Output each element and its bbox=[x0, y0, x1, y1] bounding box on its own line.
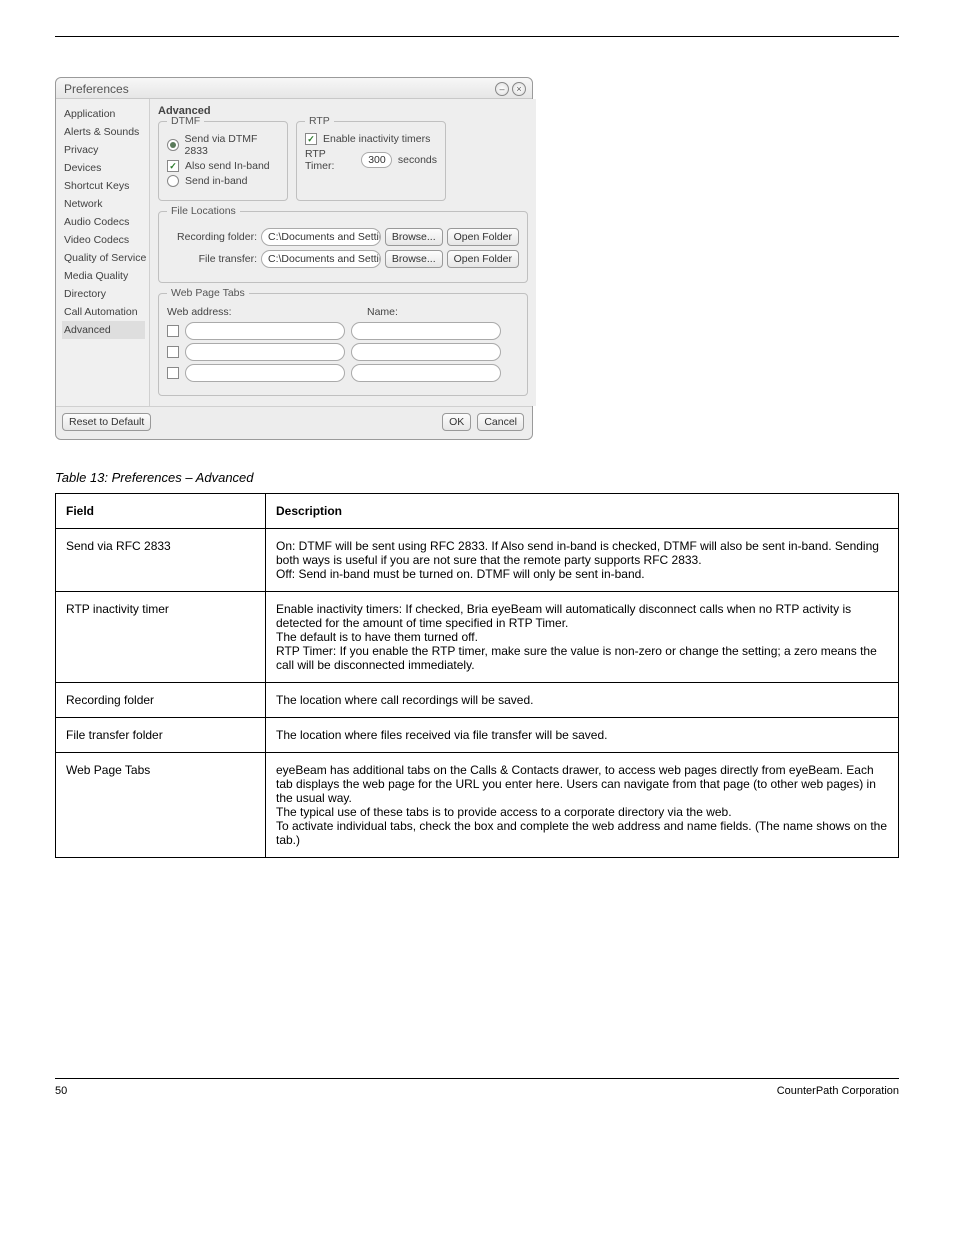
sidebar-item-devices[interactable]: Devices bbox=[62, 159, 145, 177]
recording-browse-button[interactable]: Browse... bbox=[385, 228, 443, 246]
ok-button[interactable]: OK bbox=[442, 413, 471, 431]
sidebar-item-network[interactable]: Network bbox=[62, 195, 145, 213]
sidebar-item-call-automation[interactable]: Call Automation bbox=[62, 303, 145, 321]
rtp-timer-label: RTP Timer: bbox=[305, 148, 355, 172]
page-number: 50 bbox=[55, 1085, 67, 1097]
rtp-group: RTP Enable inactivity timers RTP Timer: … bbox=[296, 121, 446, 201]
table-row: RTP inactivity timerEnable inactivity ti… bbox=[56, 592, 899, 683]
transfer-browse-button[interactable]: Browse... bbox=[385, 250, 443, 268]
dtmf-2833-radio[interactable] bbox=[167, 139, 179, 151]
table-row: Recording folderThe location where call … bbox=[56, 683, 899, 718]
close-icon[interactable]: × bbox=[512, 82, 526, 96]
webtab2-name-input[interactable] bbox=[351, 343, 501, 361]
preferences-dialog: Preferences – × ApplicationAlerts & Soun… bbox=[55, 77, 533, 440]
minimize-icon[interactable]: – bbox=[495, 82, 509, 96]
table-caption: Table 13: Preferences – Advanced bbox=[55, 470, 899, 485]
field-cell: RTP inactivity timer bbox=[56, 592, 266, 683]
field-cell: File transfer folder bbox=[56, 718, 266, 753]
sidebar-item-shortcut-keys[interactable]: Shortcut Keys bbox=[62, 177, 145, 195]
enable-inactivity-check[interactable] bbox=[305, 133, 317, 145]
sidebar-item-media-quality[interactable]: Media Quality bbox=[62, 267, 145, 285]
also-inband-label: Also send In-band bbox=[185, 160, 270, 172]
sidebar-item-video-codecs[interactable]: Video Codecs bbox=[62, 231, 145, 249]
webname-header: Name: bbox=[367, 306, 398, 318]
sidebar-item-alerts-sounds[interactable]: Alerts & Sounds bbox=[62, 123, 145, 141]
window-title: Preferences bbox=[64, 82, 129, 96]
recording-open-button[interactable]: Open Folder bbox=[447, 228, 519, 246]
rtp-timer-unit: seconds bbox=[398, 154, 437, 166]
transfer-label: File transfer: bbox=[167, 253, 257, 265]
field-cell: Recording folder bbox=[56, 683, 266, 718]
desc-cell: eyeBeam has additional tabs on the Calls… bbox=[266, 753, 899, 858]
top-rule bbox=[55, 36, 899, 37]
th-desc: Description bbox=[266, 494, 899, 529]
sidebar-item-directory[interactable]: Directory bbox=[62, 285, 145, 303]
footer-text: CounterPath Corporation bbox=[777, 1085, 899, 1097]
table-row: Web Page TabseyeBeam has additional tabs… bbox=[56, 753, 899, 858]
th-field: Field bbox=[56, 494, 266, 529]
dtmf-legend: DTMF bbox=[167, 115, 204, 127]
table-row: File transfer folderThe location where f… bbox=[56, 718, 899, 753]
field-cell: Send via RFC 2833 bbox=[56, 529, 266, 592]
send-inband-label: Send in-band bbox=[185, 175, 247, 187]
sidebar-item-privacy[interactable]: Privacy bbox=[62, 141, 145, 159]
also-inband-check[interactable] bbox=[167, 160, 179, 172]
main-panel: Advanced DTMF Send via DTMF 2833 Also se… bbox=[150, 99, 536, 406]
desc-cell: The location where call recordings will … bbox=[266, 683, 899, 718]
webtab3-check[interactable] bbox=[167, 367, 179, 379]
webtab2-check[interactable] bbox=[167, 346, 179, 358]
webtab1-name-input[interactable] bbox=[351, 322, 501, 340]
webtabs-group: Web Page Tabs Web address: Name: bbox=[158, 293, 528, 396]
file-locations-legend: File Locations bbox=[167, 205, 240, 217]
table-row: Send via RFC 2833On: DTMF will be sent u… bbox=[56, 529, 899, 592]
webtabs-legend: Web Page Tabs bbox=[167, 287, 249, 299]
rtp-timer-input[interactable]: 300 bbox=[361, 152, 392, 168]
send-inband-radio[interactable] bbox=[167, 175, 179, 187]
enable-inactivity-label: Enable inactivity timers bbox=[323, 133, 430, 145]
sidebar-item-advanced[interactable]: Advanced bbox=[62, 321, 145, 339]
reset-button[interactable]: Reset to Default bbox=[62, 413, 151, 431]
webtab3-addr-input[interactable] bbox=[185, 364, 345, 382]
desc-cell: The location where files received via fi… bbox=[266, 718, 899, 753]
webaddr-header: Web address: bbox=[167, 306, 367, 318]
sidebar-item-quality-of-service[interactable]: Quality of Service bbox=[62, 249, 145, 267]
recording-label: Recording folder: bbox=[167, 231, 257, 243]
rtp-legend: RTP bbox=[305, 115, 334, 127]
recording-input[interactable]: C:\Documents and Settings\c' ɹ '\My bbox=[261, 228, 381, 246]
sidebar-item-audio-codecs[interactable]: Audio Codecs bbox=[62, 213, 145, 231]
dtmf-group: DTMF Send via DTMF 2833 Also send In-ban… bbox=[158, 121, 288, 201]
titlebar: Preferences – × bbox=[56, 78, 532, 99]
desc-cell: On: DTMF will be sent using RFC 2833. If… bbox=[266, 529, 899, 592]
webtab3-name-input[interactable] bbox=[351, 364, 501, 382]
webtab2-addr-input[interactable] bbox=[185, 343, 345, 361]
cancel-button[interactable]: Cancel bbox=[477, 413, 524, 431]
transfer-open-button[interactable]: Open Folder bbox=[447, 250, 519, 268]
sidebar: ApplicationAlerts & SoundsPrivacyDevices… bbox=[56, 99, 150, 406]
field-cell: Web Page Tabs bbox=[56, 753, 266, 858]
description-table: Field Description Send via RFC 2833On: D… bbox=[55, 493, 899, 858]
sidebar-item-application[interactable]: Application bbox=[62, 105, 145, 123]
panel-title: Advanced bbox=[158, 105, 528, 117]
webtab1-addr-input[interactable] bbox=[185, 322, 345, 340]
webtab1-check[interactable] bbox=[167, 325, 179, 337]
transfer-input[interactable]: C:\Documents and Settings\c ɹ '\D< bbox=[261, 250, 381, 268]
desc-cell: Enable inactivity timers: If checked, Br… bbox=[266, 592, 899, 683]
dtmf-2833-label: Send via DTMF 2833 bbox=[185, 133, 279, 157]
file-locations-group: File Locations Recording folder: C:\Docu… bbox=[158, 211, 528, 283]
